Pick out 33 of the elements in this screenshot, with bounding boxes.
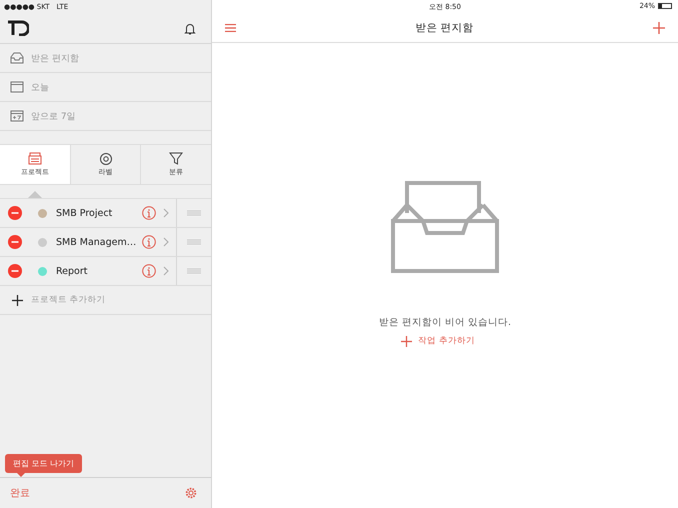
inbox-icon [10, 51, 24, 65]
plus-icon [12, 294, 23, 306]
drag-handle-icon [187, 210, 201, 216]
drag-handle-icon [187, 268, 201, 274]
delete-icon [8, 235, 22, 249]
plus-icon [653, 22, 665, 34]
pointer-icon [28, 191, 42, 198]
project-name[interactable]: SMB Project [56, 208, 142, 218]
empty-message: 받은 편지함이 비어 있습니다. [378, 316, 512, 329]
logo-icon [7, 20, 29, 36]
bell-icon [184, 22, 196, 34]
info-icon [142, 264, 156, 278]
drag-handle-icon [187, 239, 201, 245]
battery-icon [658, 3, 672, 9]
chevron-icon [163, 266, 169, 276]
info-icon [142, 206, 156, 220]
project-name[interactable]: SMB Managem… [56, 236, 142, 248]
calendar-icon [10, 109, 24, 123]
empty-tray-icon [391, 181, 499, 273]
settings-icon [185, 487, 197, 499]
add-task-link[interactable]: 작업 추가하기 [401, 335, 475, 347]
filter-icon [169, 152, 184, 165]
menu-icon [225, 24, 236, 32]
chevron-icon [163, 237, 169, 247]
page-title: 받은 편지함 [415, 20, 474, 34]
delete-icon [8, 206, 22, 220]
chevron-icon [163, 208, 169, 218]
project-name[interactable]: Report [56, 266, 142, 276]
delete-icon [8, 264, 22, 278]
info-icon [142, 235, 156, 249]
projects-icon [28, 152, 42, 165]
calendar-icon [10, 80, 24, 94]
plus-icon [401, 336, 412, 346]
